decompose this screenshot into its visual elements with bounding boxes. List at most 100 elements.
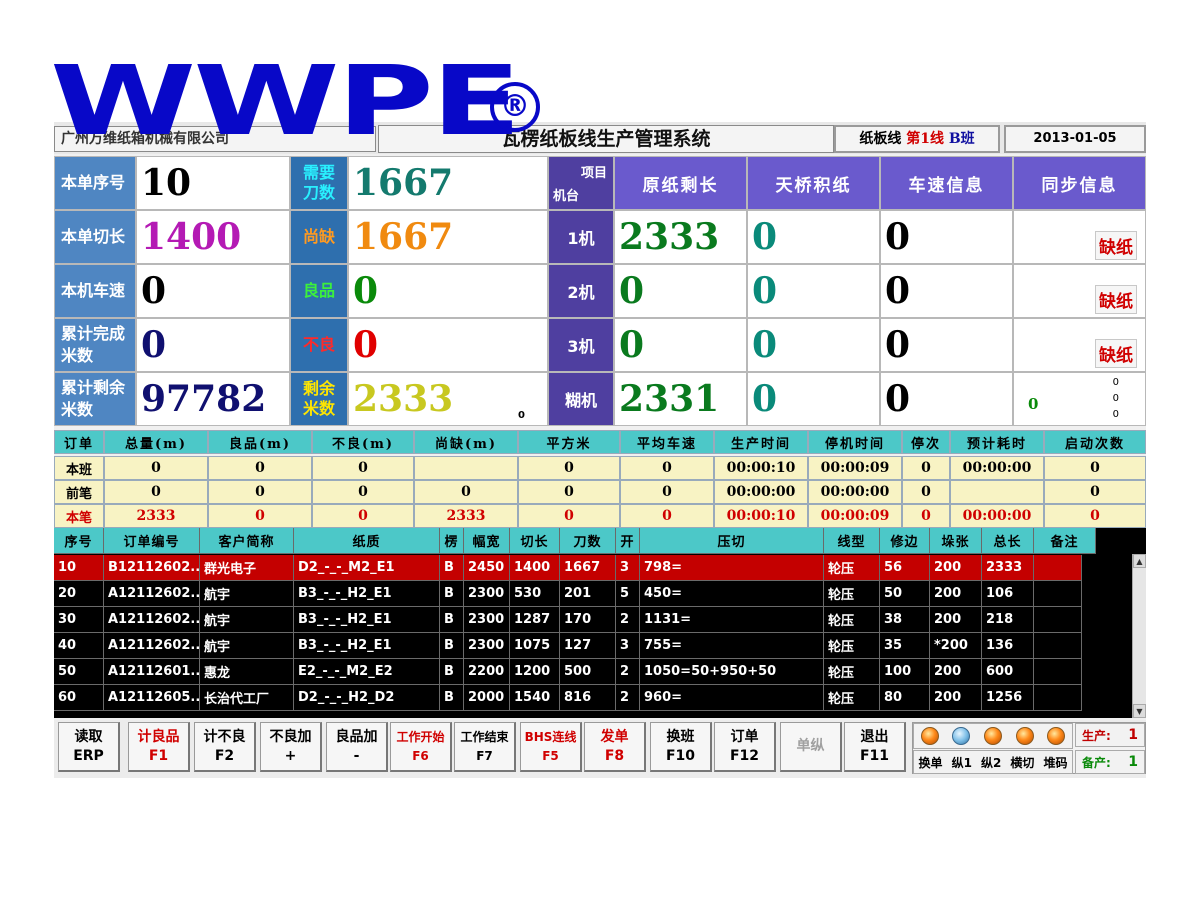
order-row-selected[interactable]: 10 B12112602... 群光电子 D2_-_-_M2_E1 B 2450… (54, 555, 1132, 581)
order-cell: D2_-_-_H2_D2 (294, 685, 440, 711)
order-cell: B12112602... (104, 555, 200, 581)
order-cell: 轮压 (824, 685, 880, 711)
summary-cell: 00:00:10 (714, 504, 808, 528)
order-cell: 2300 (464, 581, 510, 607)
order-cell: A12112602... (104, 633, 200, 659)
orders-header: 切长 (510, 528, 560, 554)
order-row[interactable]: 20 A12112602... 航宇 B3_-_-_H2_E1 B 2300 5… (54, 581, 1132, 607)
order-cell: 500 (560, 659, 616, 685)
button-key: F5 (542, 748, 559, 763)
summary-cell: 0 (104, 456, 208, 480)
order-cell: 136 (982, 633, 1034, 659)
button-label: 良品加 (335, 728, 378, 745)
count-bad-button[interactable]: 计不良 F2 (194, 722, 256, 772)
machine-indicator-panel: 换单 纵1 纵2 横切 堆码 生产: 1 备产: 1 (912, 722, 1146, 774)
summary-header: 良品(m) (208, 430, 312, 454)
order-row[interactable]: 40 A12112602... 航宇 B3_-_-_H2_E1 B 2300 1… (54, 633, 1132, 659)
order-cell: 798= (640, 555, 824, 581)
order-cell (1034, 555, 1082, 581)
summary-cell: 0 (208, 504, 312, 528)
machine-2-sync: 缺纸 (1013, 264, 1146, 318)
order-cell: 5 (616, 581, 640, 607)
bhs-connect-button[interactable]: BHS连线 F5 (520, 722, 582, 772)
scroll-down-arrow-icon[interactable]: ▼ (1133, 704, 1146, 718)
done-meters-label: 累计完成米数 (54, 318, 136, 372)
order-cell: 2333 (982, 555, 1034, 581)
dispatch-order-button[interactable]: 发单 F8 (584, 722, 646, 772)
function-toolbar: 读取 ERP 计良品 F1 计不良 F2 不良加 + 良品加 - 工作开始 F6… (54, 720, 1146, 778)
summary-cell: 0 (1044, 504, 1146, 528)
count-good-button[interactable]: 计良品 F1 (128, 722, 190, 772)
cut-length-value: 1400 (136, 210, 290, 264)
order-cell: 1400 (510, 555, 560, 581)
orders-header: 线型 (824, 528, 880, 554)
status-light-icon (952, 727, 971, 745)
summary-cell: 00:00:00 (950, 456, 1044, 480)
status-light-icon (1015, 727, 1034, 745)
summary-cell: 0 (1044, 456, 1146, 480)
button-key: F8 (604, 747, 625, 764)
work-end-button[interactable]: 工作结束 F7 (454, 722, 516, 772)
summary-cell: 00:00:09 (808, 504, 902, 528)
button-key: F2 (214, 747, 235, 764)
order-cell: 轮压 (824, 659, 880, 685)
order-cell: 80 (880, 685, 930, 711)
indicator-label: 横切 (1010, 755, 1035, 770)
add-bad-button[interactable]: 不良加 + (260, 722, 322, 772)
machine-2-paper: 0 (614, 264, 747, 318)
summary-cell: 0 (312, 456, 414, 480)
standby-value: 1 (1128, 754, 1138, 770)
order-cell: 2300 (464, 607, 510, 633)
order-cell: 2450 (464, 555, 510, 581)
standby-counter: 备产: 1 (1075, 750, 1145, 774)
summary-cell: 0 (518, 480, 620, 504)
shift-change-button[interactable]: 换班 F10 (650, 722, 712, 772)
remain-small-value: 0 (518, 410, 525, 421)
order-cell: 200 (930, 607, 982, 633)
order-cell: 218 (982, 607, 1034, 633)
orders-table: 序号 订单编号 客户简称 纸质 楞 幅宽 切长 刀数 开 压切 线型 修边 垛张… (54, 528, 1146, 718)
order-cell: 2 (616, 607, 640, 633)
order-cell: 轮压 (824, 555, 880, 581)
summary-cell: 0 (620, 480, 714, 504)
summary-cell: 0 (208, 480, 312, 504)
order-seq-value: 10 (136, 156, 290, 210)
order-cell: 2000 (464, 685, 510, 711)
order-cell (1034, 633, 1082, 659)
button-label: 计良品 (137, 728, 180, 745)
order-cell: B (440, 633, 464, 659)
order-cell: E2_-_-_M2_E2 (294, 659, 440, 685)
paper-shortage-alert: 缺纸 (1095, 339, 1137, 368)
indicator-label: 纵1 (951, 755, 972, 770)
orders-button[interactable]: 订单 F12 (714, 722, 776, 772)
summary-cell: 00:00:00 (808, 480, 902, 504)
need-cuts-value: 1667 (348, 156, 548, 210)
order-cell: 200 (930, 685, 982, 711)
order-cell: 2200 (464, 659, 510, 685)
single-slit-button[interactable]: 单纵 (780, 722, 842, 772)
read-erp-button[interactable]: 读取 ERP (58, 722, 120, 772)
orders-header: 序号 (54, 528, 104, 554)
order-cell: 127 (560, 633, 616, 659)
button-label: 工作结束 (460, 729, 509, 744)
order-cell: 530 (510, 581, 560, 607)
orders-scrollbar[interactable]: ▲ ▼ (1132, 554, 1146, 718)
exit-button[interactable]: 退出 F11 (844, 722, 906, 772)
glue-machine-paper: 2331 (614, 372, 747, 426)
order-cell: 200 (930, 659, 982, 685)
button-label: 读取 (74, 728, 103, 745)
order-row[interactable]: 50 A12112601... 惠龙 E2_-_-_M2_E2 B 2200 1… (54, 659, 1132, 685)
indicator-label: 换单 (918, 755, 943, 770)
order-row[interactable]: 30 A12112602... 航宇 B3_-_-_H2_E1 B 2300 1… (54, 607, 1132, 633)
col-paper-remain: 原纸剩长 (614, 156, 747, 210)
order-cell: 200 (930, 581, 982, 607)
order-row[interactable]: 60 A12112605... 长治代工厂 D2_-_-_H2_D2 B 200… (54, 685, 1132, 711)
summary-cell: 00:00:09 (808, 456, 902, 480)
scroll-up-arrow-icon[interactable]: ▲ (1133, 554, 1146, 568)
summary-header: 不良(m) (312, 430, 414, 454)
orders-header: 纸质 (294, 528, 440, 554)
work-start-button[interactable]: 工作开始 F6 (390, 722, 452, 772)
add-good-button[interactable]: 良品加 - (326, 722, 388, 772)
summary-cell: 0 (414, 480, 518, 504)
button-label: 订单 (730, 728, 759, 745)
